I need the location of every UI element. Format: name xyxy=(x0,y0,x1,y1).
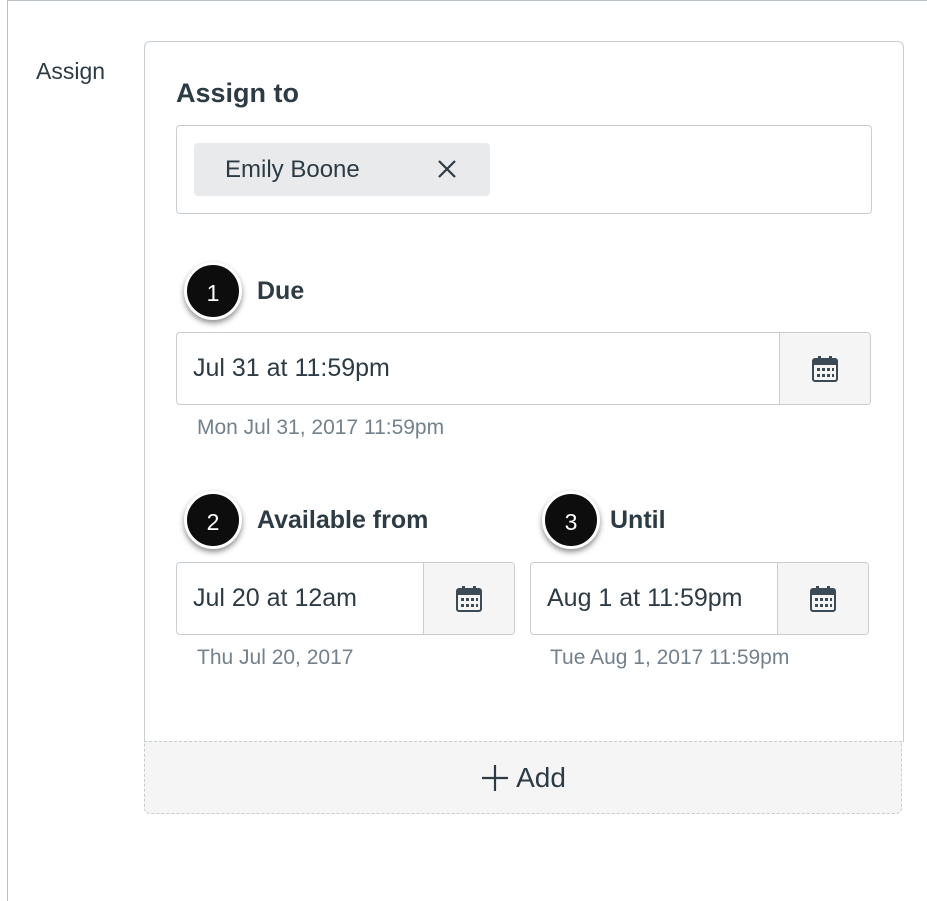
assign-to-input[interactable]: Emily Boone xyxy=(176,125,872,214)
due-label: Due xyxy=(257,277,305,305)
add-label: Add xyxy=(516,761,566,793)
until-label: Until xyxy=(610,506,666,534)
due-date-calendar-button[interactable] xyxy=(779,333,870,404)
assignee-name: Emily Boone xyxy=(225,156,360,183)
until-input[interactable]: Aug 1 at 11:59pm xyxy=(531,563,777,634)
assignee-token: Emily Boone xyxy=(194,143,490,196)
available-from-input[interactable]: Jul 20 at 12am xyxy=(177,563,423,634)
until-field: Aug 1 at 11:59pm xyxy=(530,562,869,635)
remove-assignee-button[interactable] xyxy=(435,157,459,181)
available-from-field: Jul 20 at 12am xyxy=(176,562,515,635)
until-hint: Tue Aug 1, 2017 11:59pm xyxy=(550,646,790,669)
callout-3: 3 xyxy=(542,491,600,549)
add-assignment-button[interactable]: Add xyxy=(144,741,902,814)
calendar-icon xyxy=(812,355,838,382)
available-from-label: Available from xyxy=(257,506,429,534)
due-date-input[interactable]: Jul 31 at 11:59pm xyxy=(177,333,779,404)
callout-1: 1 xyxy=(184,262,242,320)
calendar-icon xyxy=(456,585,482,612)
close-icon xyxy=(438,160,456,178)
assign-to-label: Assign to xyxy=(176,78,300,108)
assign-section-label: Assign xyxy=(36,58,106,84)
available-from-calendar-button[interactable] xyxy=(423,563,514,634)
until-calendar-button[interactable] xyxy=(777,563,868,634)
plus-icon xyxy=(482,764,509,791)
due-date-hint: Mon Jul 31, 2017 11:59pm xyxy=(197,416,445,439)
calendar-icon xyxy=(810,585,836,612)
callout-2: 2 xyxy=(184,491,242,549)
available-from-hint: Thu Jul 20, 2017 xyxy=(197,646,354,669)
due-date-field: Jul 31 at 11:59pm xyxy=(176,332,871,405)
